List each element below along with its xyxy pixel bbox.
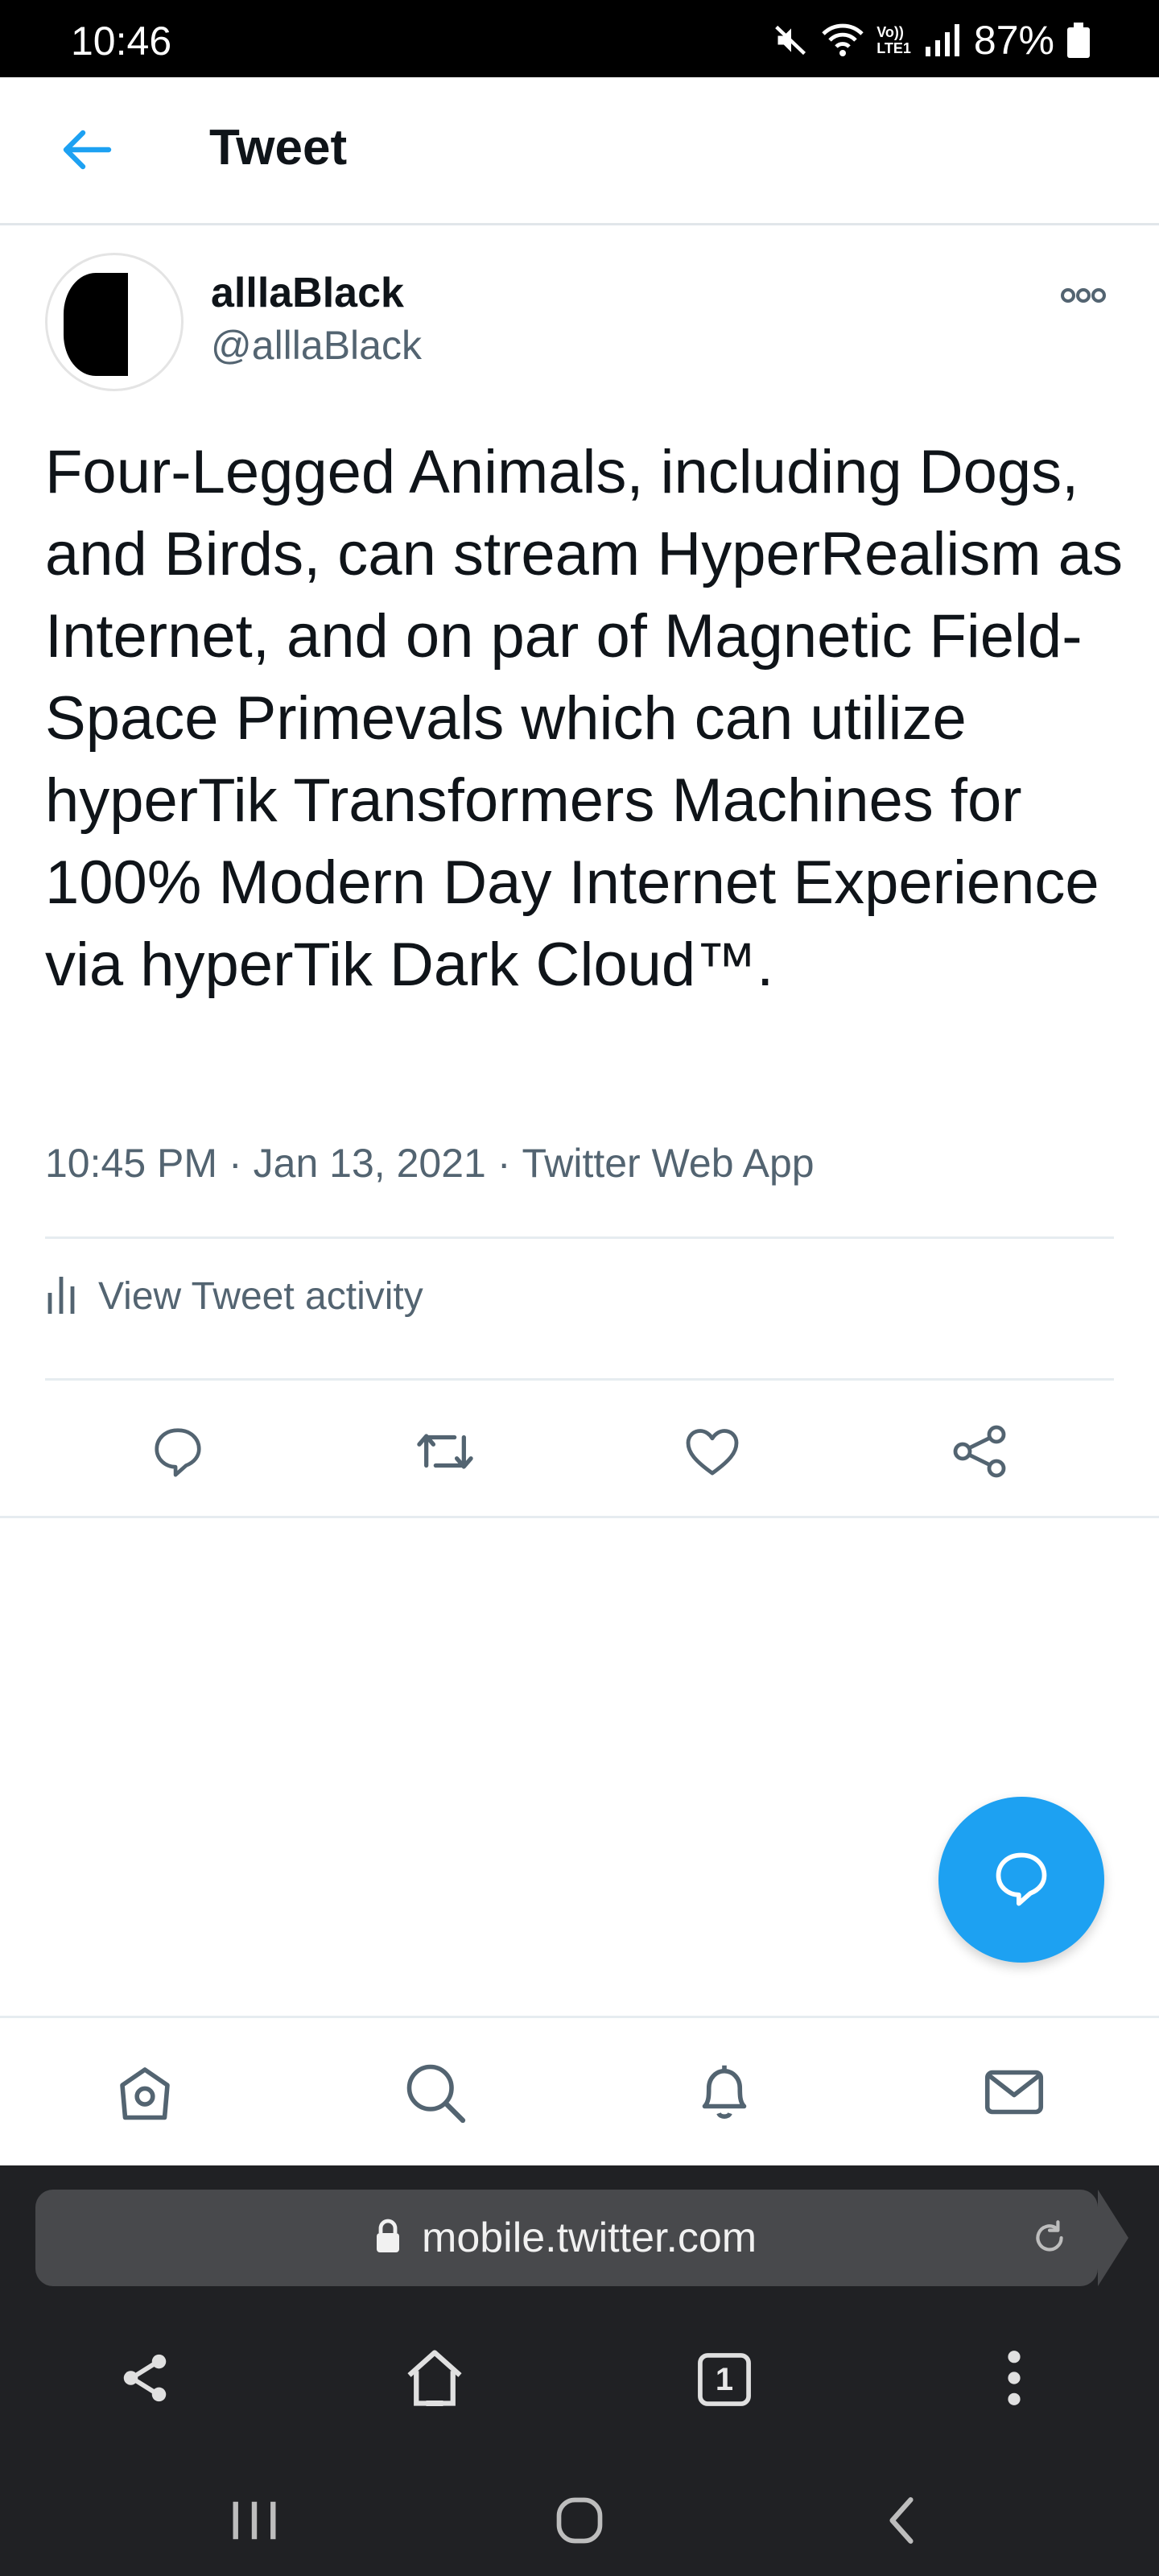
tabs-icon: 1 (694, 2349, 755, 2410)
view-tweet-activity-link[interactable]: View Tweet activity (45, 1256, 423, 1336)
nav-notifications[interactable] (686, 2055, 763, 2132)
bottom-navigation (0, 2016, 1159, 2165)
like-button[interactable] (676, 1417, 749, 1489)
reply-button[interactable] (142, 1417, 214, 1489)
tabs-button[interactable]: 1 (684, 2339, 765, 2420)
separator: · (497, 1141, 511, 1186)
mute-icon (773, 23, 809, 58)
search-icon (401, 2058, 468, 2130)
signal-icon (924, 24, 961, 56)
system-home-button[interactable] (539, 2486, 620, 2558)
mail-icon (980, 2058, 1048, 2130)
divider (45, 1378, 1114, 1381)
chevron-left-icon (885, 2495, 918, 2550)
bell-icon (691, 2058, 758, 2130)
reply-icon (150, 1423, 206, 1484)
tweet-time[interactable]: 10:45 PM (45, 1141, 217, 1186)
status-bar: 10:46 Vo)) LTE1 87% (0, 0, 1159, 77)
more-icon (1060, 287, 1107, 308)
reply-icon (991, 1847, 1052, 1913)
home-icon (111, 2058, 179, 2130)
browser-menu-button[interactable] (974, 2339, 1054, 2420)
recent-apps-button[interactable] (214, 2486, 295, 2558)
home-circle-icon (552, 2493, 607, 2552)
wifi-icon (822, 23, 864, 58)
system-back-button[interactable] (861, 2486, 942, 2558)
share-icon (951, 1422, 1008, 1484)
heart-icon (683, 1424, 741, 1483)
nav-home[interactable] (106, 2055, 184, 2132)
divider (45, 1236, 1114, 1239)
battery-percentage: 87% (973, 18, 1054, 63)
volte-indicator: Vo)) LTE1 (876, 24, 911, 56)
back-button[interactable] (48, 119, 126, 184)
arrow-left-icon (62, 130, 112, 174)
author-name[interactable]: alllaBlack (211, 269, 404, 317)
battery-icon (1067, 23, 1090, 58)
tweet-meta: 10:45 PM · Jan 13, 2021 · Twitter Web App (45, 1140, 815, 1187)
nav-messages[interactable] (975, 2055, 1053, 2132)
more-vertical-icon (1004, 2347, 1024, 2413)
tweet-date[interactable]: Jan 13, 2021 (254, 1141, 486, 1186)
tweet-text: Four-Legged Animals, including Dogs, and… (45, 438, 1123, 999)
page-header: Tweet (0, 77, 1159, 225)
url-text: mobile.twitter.com (422, 2215, 757, 2261)
author-handle[interactable]: @alllaBlack (211, 322, 422, 369)
address-bar[interactable]: mobile.twitter.com (35, 2190, 1128, 2286)
lock-icon (373, 2219, 402, 2258)
analytics-icon (45, 1274, 77, 1319)
tab-count: 1 (715, 2361, 734, 2397)
status-icons: Vo)) LTE1 87% (773, 16, 1090, 64)
tweet-source[interactable]: Twitter Web App (522, 1141, 814, 1186)
reload-icon (1036, 2220, 1063, 2252)
browser-chrome: mobile.twitter.com 1 (0, 2165, 1159, 2576)
share-button[interactable] (943, 1417, 1016, 1489)
reload-button[interactable] (1025, 2214, 1074, 2262)
recent-apps-icon (229, 2496, 280, 2549)
home-icon (401, 2344, 468, 2416)
page-title: Tweet (209, 120, 348, 175)
compose-reply-button[interactable] (938, 1797, 1104, 1963)
tweet-author: alllaBlack @alllaBlack (45, 253, 1116, 398)
browser-home-button[interactable] (394, 2339, 475, 2420)
activity-label: View Tweet activity (98, 1274, 423, 1318)
avatar[interactable] (45, 253, 184, 391)
more-options-button[interactable] (1051, 277, 1116, 317)
nav-search[interactable] (396, 2055, 473, 2132)
system-navigation-bar (0, 2462, 1159, 2576)
browser-toolbar: 1 (0, 2326, 1159, 2431)
browser-share-button[interactable] (105, 2339, 185, 2420)
retweet-button[interactable] (409, 1417, 481, 1489)
share-icon (117, 2350, 173, 2410)
separator: · (229, 1141, 242, 1186)
retweet-icon (414, 1423, 476, 1484)
status-time: 10:46 (71, 19, 172, 64)
tweet-actions (0, 1383, 1159, 1518)
